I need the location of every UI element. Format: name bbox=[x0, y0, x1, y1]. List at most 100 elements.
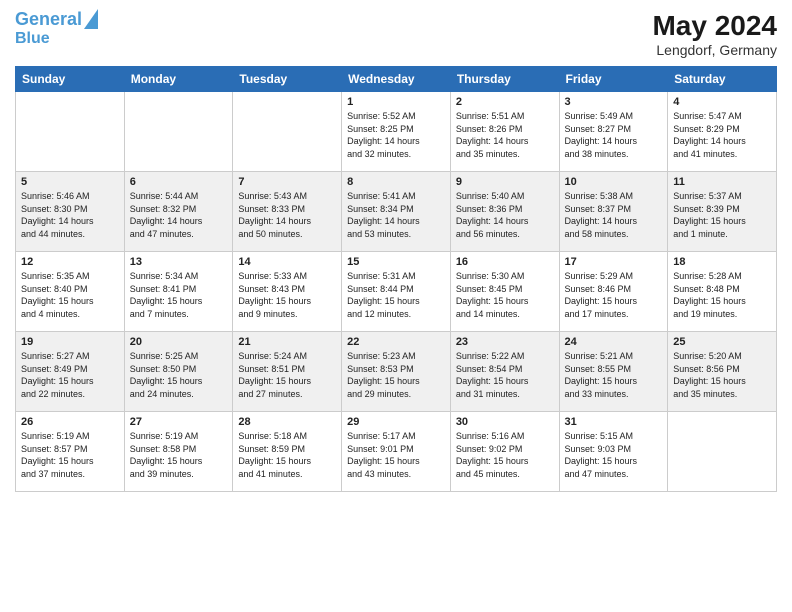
day-number: 26 bbox=[21, 416, 119, 428]
day-number: 10 bbox=[565, 176, 663, 188]
day-number: 14 bbox=[238, 256, 336, 268]
table-row: 17 Sunrise: 5:29 AM Sunset: 8:46 PM Dayli… bbox=[559, 252, 668, 332]
day-info: Sunrise: 5:44 AM Sunset: 8:32 PM Dayligh… bbox=[130, 190, 228, 240]
day-info: Sunrise: 5:33 AM Sunset: 8:43 PM Dayligh… bbox=[238, 270, 336, 320]
day-number: 12 bbox=[21, 256, 119, 268]
day-number: 15 bbox=[347, 256, 445, 268]
day-info: Sunrise: 5:23 AM Sunset: 8:53 PM Dayligh… bbox=[347, 350, 445, 400]
table-row: 20 Sunrise: 5:25 AM Sunset: 8:50 PM Dayli… bbox=[124, 332, 233, 412]
logo-triangle-icon bbox=[84, 9, 98, 29]
table-row: 1Sunrise: 5:52 AM Sunset: 8:25 PM Daylig… bbox=[342, 92, 451, 172]
table-row: 21Sunrise: 5:24 AM Sunset: 8:51 PM Dayli… bbox=[233, 332, 342, 412]
day-number: 22 bbox=[347, 336, 445, 348]
calendar-week-row: 12 Sunrise: 5:35 AM Sunset: 8:40 PM Dayli… bbox=[16, 252, 777, 332]
day-info: Sunrise: 5:29 AM Sunset: 8:46 PM Dayligh… bbox=[565, 270, 663, 320]
table-row: 30 Sunrise: 5:16 AM Sunset: 9:02 PM Dayli… bbox=[450, 412, 559, 492]
day-info: Sunrise: 5:47 AM Sunset: 8:29 PM Dayligh… bbox=[673, 110, 771, 160]
table-row: 24Sunrise: 5:21 AM Sunset: 8:55 PM Dayli… bbox=[559, 332, 668, 412]
table-row: 10 Sunrise: 5:38 AM Sunset: 8:37 PM Dayli… bbox=[559, 172, 668, 252]
calendar-week-row: 19Sunrise: 5:27 AM Sunset: 8:49 PM Dayli… bbox=[16, 332, 777, 412]
table-row: 31Sunrise: 5:15 AM Sunset: 9:03 PM Dayli… bbox=[559, 412, 668, 492]
table-row: 19Sunrise: 5:27 AM Sunset: 8:49 PM Dayli… bbox=[16, 332, 125, 412]
day-info: Sunrise: 5:35 AM Sunset: 8:40 PM Dayligh… bbox=[21, 270, 119, 320]
day-info: Sunrise: 5:22 AM Sunset: 8:54 PM Dayligh… bbox=[456, 350, 554, 400]
day-number: 7 bbox=[238, 176, 336, 188]
col-tuesday: Tuesday bbox=[233, 67, 342, 92]
day-number: 9 bbox=[456, 176, 554, 188]
location-label: Lengdorf, Germany bbox=[652, 42, 777, 58]
col-monday: Monday bbox=[124, 67, 233, 92]
day-info: Sunrise: 5:18 AM Sunset: 8:59 PM Dayligh… bbox=[238, 430, 336, 480]
day-number: 13 bbox=[130, 256, 228, 268]
table-row: 3Sunrise: 5:49 AM Sunset: 8:27 PM Daylig… bbox=[559, 92, 668, 172]
table-row: 4 Sunrise: 5:47 AM Sunset: 8:29 PM Daylig… bbox=[668, 92, 777, 172]
day-number: 17 bbox=[565, 256, 663, 268]
table-row: 11Sunrise: 5:37 AM Sunset: 8:39 PM Dayli… bbox=[668, 172, 777, 252]
day-info: Sunrise: 5:28 AM Sunset: 8:48 PM Dayligh… bbox=[673, 270, 771, 320]
month-year-title: May 2024 bbox=[652, 10, 777, 42]
table-row bbox=[233, 92, 342, 172]
day-info: Sunrise: 5:51 AM Sunset: 8:26 PM Dayligh… bbox=[456, 110, 554, 160]
calendar-table: Sunday Monday Tuesday Wednesday Thursday… bbox=[15, 66, 777, 492]
day-info: Sunrise: 5:43 AM Sunset: 8:33 PM Dayligh… bbox=[238, 190, 336, 240]
table-row: 23 Sunrise: 5:22 AM Sunset: 8:54 PM Dayli… bbox=[450, 332, 559, 412]
table-row: 29Sunrise: 5:17 AM Sunset: 9:01 PM Dayli… bbox=[342, 412, 451, 492]
day-number: 4 bbox=[673, 96, 771, 108]
day-number: 28 bbox=[238, 416, 336, 428]
table-row bbox=[124, 92, 233, 172]
table-row: 27 Sunrise: 5:19 AM Sunset: 8:58 PM Dayli… bbox=[124, 412, 233, 492]
table-row: 8Sunrise: 5:41 AM Sunset: 8:34 PM Daylig… bbox=[342, 172, 451, 252]
day-info: Sunrise: 5:16 AM Sunset: 9:02 PM Dayligh… bbox=[456, 430, 554, 480]
day-info: Sunrise: 5:21 AM Sunset: 8:55 PM Dayligh… bbox=[565, 350, 663, 400]
title-block: May 2024 Lengdorf, Germany bbox=[652, 10, 777, 58]
day-number: 23 bbox=[456, 336, 554, 348]
col-wednesday: Wednesday bbox=[342, 67, 451, 92]
day-number: 30 bbox=[456, 416, 554, 428]
day-number: 25 bbox=[673, 336, 771, 348]
day-number: 21 bbox=[238, 336, 336, 348]
day-info: Sunrise: 5:20 AM Sunset: 8:56 PM Dayligh… bbox=[673, 350, 771, 400]
calendar-week-row: 1Sunrise: 5:52 AM Sunset: 8:25 PM Daylig… bbox=[16, 92, 777, 172]
day-number: 5 bbox=[21, 176, 119, 188]
day-info: Sunrise: 5:37 AM Sunset: 8:39 PM Dayligh… bbox=[673, 190, 771, 240]
col-friday: Friday bbox=[559, 67, 668, 92]
table-row: 7 Sunrise: 5:43 AM Sunset: 8:33 PM Daylig… bbox=[233, 172, 342, 252]
table-row: 5 Sunrise: 5:46 AM Sunset: 8:30 PM Daylig… bbox=[16, 172, 125, 252]
day-number: 19 bbox=[21, 336, 119, 348]
table-row: 14 Sunrise: 5:33 AM Sunset: 8:43 PM Dayli… bbox=[233, 252, 342, 332]
day-info: Sunrise: 5:25 AM Sunset: 8:50 PM Dayligh… bbox=[130, 350, 228, 400]
table-row: 13Sunrise: 5:34 AM Sunset: 8:41 PM Dayli… bbox=[124, 252, 233, 332]
day-number: 27 bbox=[130, 416, 228, 428]
table-row bbox=[16, 92, 125, 172]
table-row: 22 Sunrise: 5:23 AM Sunset: 8:53 PM Dayli… bbox=[342, 332, 451, 412]
day-number: 16 bbox=[456, 256, 554, 268]
logo-text: General bbox=[15, 10, 82, 30]
table-row: 25 Sunrise: 5:20 AM Sunset: 8:56 PM Dayli… bbox=[668, 332, 777, 412]
calendar-week-row: 5 Sunrise: 5:46 AM Sunset: 8:30 PM Daylig… bbox=[16, 172, 777, 252]
day-number: 6 bbox=[130, 176, 228, 188]
table-row: 16Sunrise: 5:30 AM Sunset: 8:45 PM Dayli… bbox=[450, 252, 559, 332]
day-info: Sunrise: 5:19 AM Sunset: 8:58 PM Dayligh… bbox=[130, 430, 228, 480]
table-row: 2 Sunrise: 5:51 AM Sunset: 8:26 PM Daylig… bbox=[450, 92, 559, 172]
logo: General Blue bbox=[15, 10, 98, 47]
table-row bbox=[668, 412, 777, 492]
day-info: Sunrise: 5:38 AM Sunset: 8:37 PM Dayligh… bbox=[565, 190, 663, 240]
day-info: Sunrise: 5:19 AM Sunset: 8:57 PM Dayligh… bbox=[21, 430, 119, 480]
day-info: Sunrise: 5:41 AM Sunset: 8:34 PM Dayligh… bbox=[347, 190, 445, 240]
table-row: 26 Sunrise: 5:19 AM Sunset: 8:57 PM Dayli… bbox=[16, 412, 125, 492]
day-info: Sunrise: 5:46 AM Sunset: 8:30 PM Dayligh… bbox=[21, 190, 119, 240]
day-number: 20 bbox=[130, 336, 228, 348]
table-row: 6 Sunrise: 5:44 AM Sunset: 8:32 PM Daylig… bbox=[124, 172, 233, 252]
logo-subtext: Blue bbox=[15, 30, 50, 48]
day-info: Sunrise: 5:49 AM Sunset: 8:27 PM Dayligh… bbox=[565, 110, 663, 160]
day-info: Sunrise: 5:52 AM Sunset: 8:25 PM Dayligh… bbox=[347, 110, 445, 160]
col-thursday: Thursday bbox=[450, 67, 559, 92]
day-info: Sunrise: 5:40 AM Sunset: 8:36 PM Dayligh… bbox=[456, 190, 554, 240]
table-row: 12 Sunrise: 5:35 AM Sunset: 8:40 PM Dayli… bbox=[16, 252, 125, 332]
day-number: 18 bbox=[673, 256, 771, 268]
table-row: 9 Sunrise: 5:40 AM Sunset: 8:36 PM Daylig… bbox=[450, 172, 559, 252]
day-number: 2 bbox=[456, 96, 554, 108]
day-info: Sunrise: 5:31 AM Sunset: 8:44 PM Dayligh… bbox=[347, 270, 445, 320]
day-number: 31 bbox=[565, 416, 663, 428]
day-number: 29 bbox=[347, 416, 445, 428]
